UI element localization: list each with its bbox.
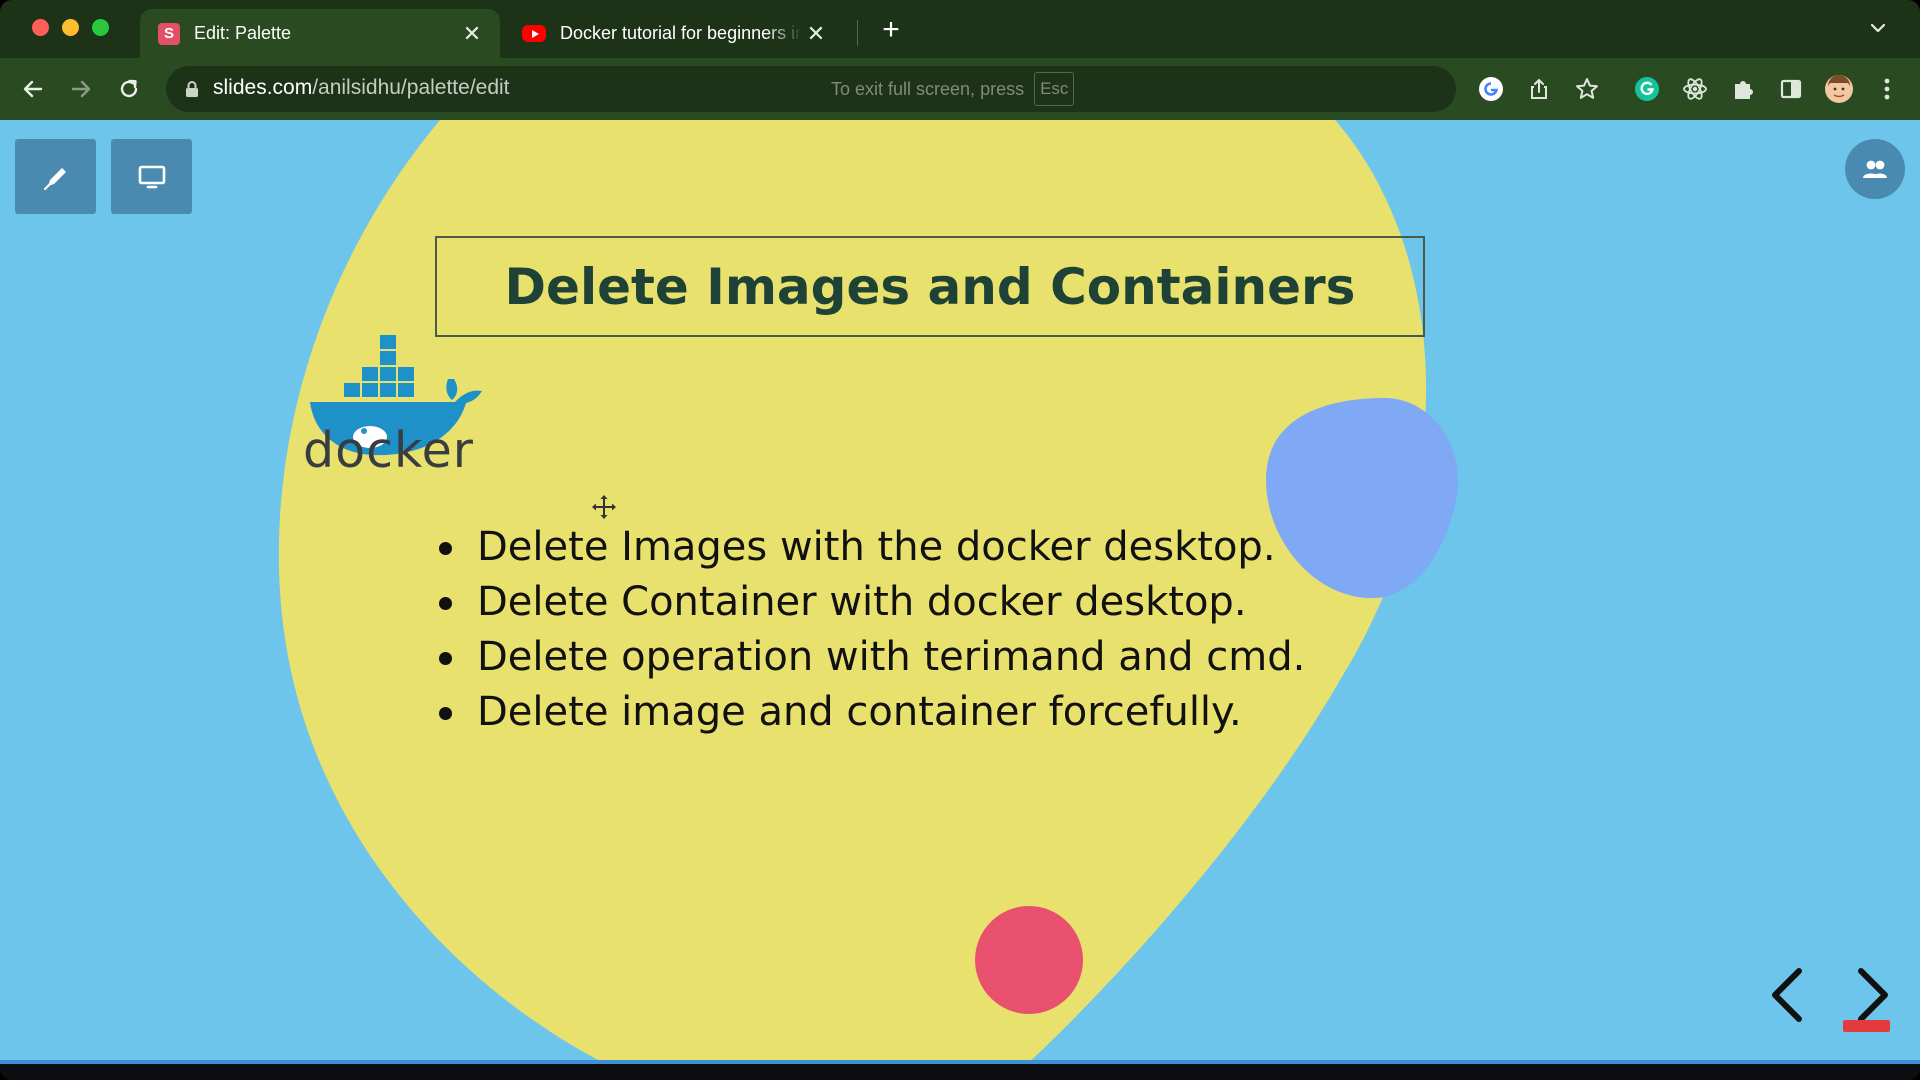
tab-separator <box>857 20 858 46</box>
tab-strip: S Edit: Palette ✕ Docker tutorial for be… <box>0 0 1920 58</box>
profile-avatar[interactable] <box>1822 72 1856 106</box>
side-panel-icon[interactable] <box>1774 72 1808 106</box>
slide-bullet-list[interactable]: Delete Images with the docker desktop. D… <box>435 520 1305 740</box>
edit-pen-button[interactable] <box>15 139 96 214</box>
address-bar[interactable]: slides.com/anilsidhu/palette/edit To exi… <box>166 66 1456 112</box>
bullet-item: Delete image and container forcefully. <box>435 685 1305 740</box>
new-tab-button[interactable]: + <box>876 12 906 48</box>
previous-slide-icon[interactable] <box>1763 965 1813 1025</box>
url-text[interactable]: slides.com/anilsidhu/palette/edit <box>213 76 510 100</box>
extensions-puzzle-icon[interactable] <box>1726 72 1760 106</box>
docker-wordmark: docker <box>303 422 474 479</box>
youtube-favicon-icon <box>522 25 546 42</box>
tab-title: Docker tutorial for beginners in <box>560 23 802 43</box>
browser-menu-icon[interactable] <box>1870 72 1904 106</box>
users-icon <box>1863 160 1887 178</box>
pen-icon <box>43 167 66 190</box>
grammarly-icon[interactable] <box>1630 72 1664 106</box>
share-icon[interactable] <box>1522 72 1556 106</box>
minimize-window-button[interactable] <box>62 19 79 36</box>
slide-title-box[interactable]: Delete Images and Containers <box>435 236 1425 337</box>
subscribe-watermark <box>1843 1020 1890 1032</box>
close-tab-icon[interactable]: ✕ <box>458 21 486 47</box>
present-button[interactable] <box>111 139 192 214</box>
url-path: /anilsidhu/palette/edit <box>312 76 510 99</box>
monitor-icon <box>138 165 165 188</box>
reload-icon <box>120 79 138 98</box>
tab-docker-tutorial[interactable]: Docker tutorial for beginners in ✕ <box>504 9 844 58</box>
back-button[interactable] <box>16 72 50 106</box>
lock-icon[interactable] <box>184 80 200 98</box>
collaborators-button[interactable] <box>1845 139 1905 199</box>
tab-search-chevron-icon[interactable] <box>1866 16 1890 40</box>
forward-button[interactable] <box>64 72 98 106</box>
fullscreen-window-button[interactable] <box>92 19 109 36</box>
pink-dot <box>975 906 1083 1014</box>
google-icon[interactable] <box>1474 72 1508 106</box>
tab-title: Edit: Palette <box>194 23 292 43</box>
next-slide-icon[interactable] <box>1847 965 1897 1025</box>
bookmark-star-icon[interactable] <box>1570 72 1604 106</box>
close-tab-icon[interactable]: ✕ <box>802 21 830 47</box>
reload-button[interactable] <box>112 72 146 106</box>
fullscreen-hint: To exit full screen, press Esc <box>831 68 1241 110</box>
bullet-item: Delete Container with docker desktop. <box>435 575 1305 630</box>
bullet-item: Delete operation with terimand and cmd. <box>435 630 1305 685</box>
bullet-item: Delete Images with the docker desktop. <box>435 520 1305 575</box>
slides-favicon-icon: S <box>158 22 180 45</box>
move-cursor-icon <box>592 495 616 519</box>
fullscreen-hint-text: To exit full screen, press <box>831 78 1025 99</box>
dock-strip <box>0 1064 1920 1080</box>
browser-window: S Edit: Palette ✕ Docker tutorial for be… <box>0 0 1920 1080</box>
react-devtools-icon[interactable] <box>1678 72 1712 106</box>
browser-toolbar: slides.com/anilsidhu/palette/edit To exi… <box>0 58 1920 120</box>
slide-title: Delete Images and Containers <box>504 257 1356 316</box>
esc-key-label: Esc <box>1034 72 1075 106</box>
forward-arrow-icon <box>71 80 91 98</box>
slide-stage: Delete Images and Containers docker Dele… <box>0 120 1920 1060</box>
back-arrow-icon <box>23 80 43 98</box>
tab-edit-palette[interactable]: S Edit: Palette ✕ <box>140 9 500 58</box>
url-host: slides.com <box>213 76 313 99</box>
close-window-button[interactable] <box>32 19 49 36</box>
